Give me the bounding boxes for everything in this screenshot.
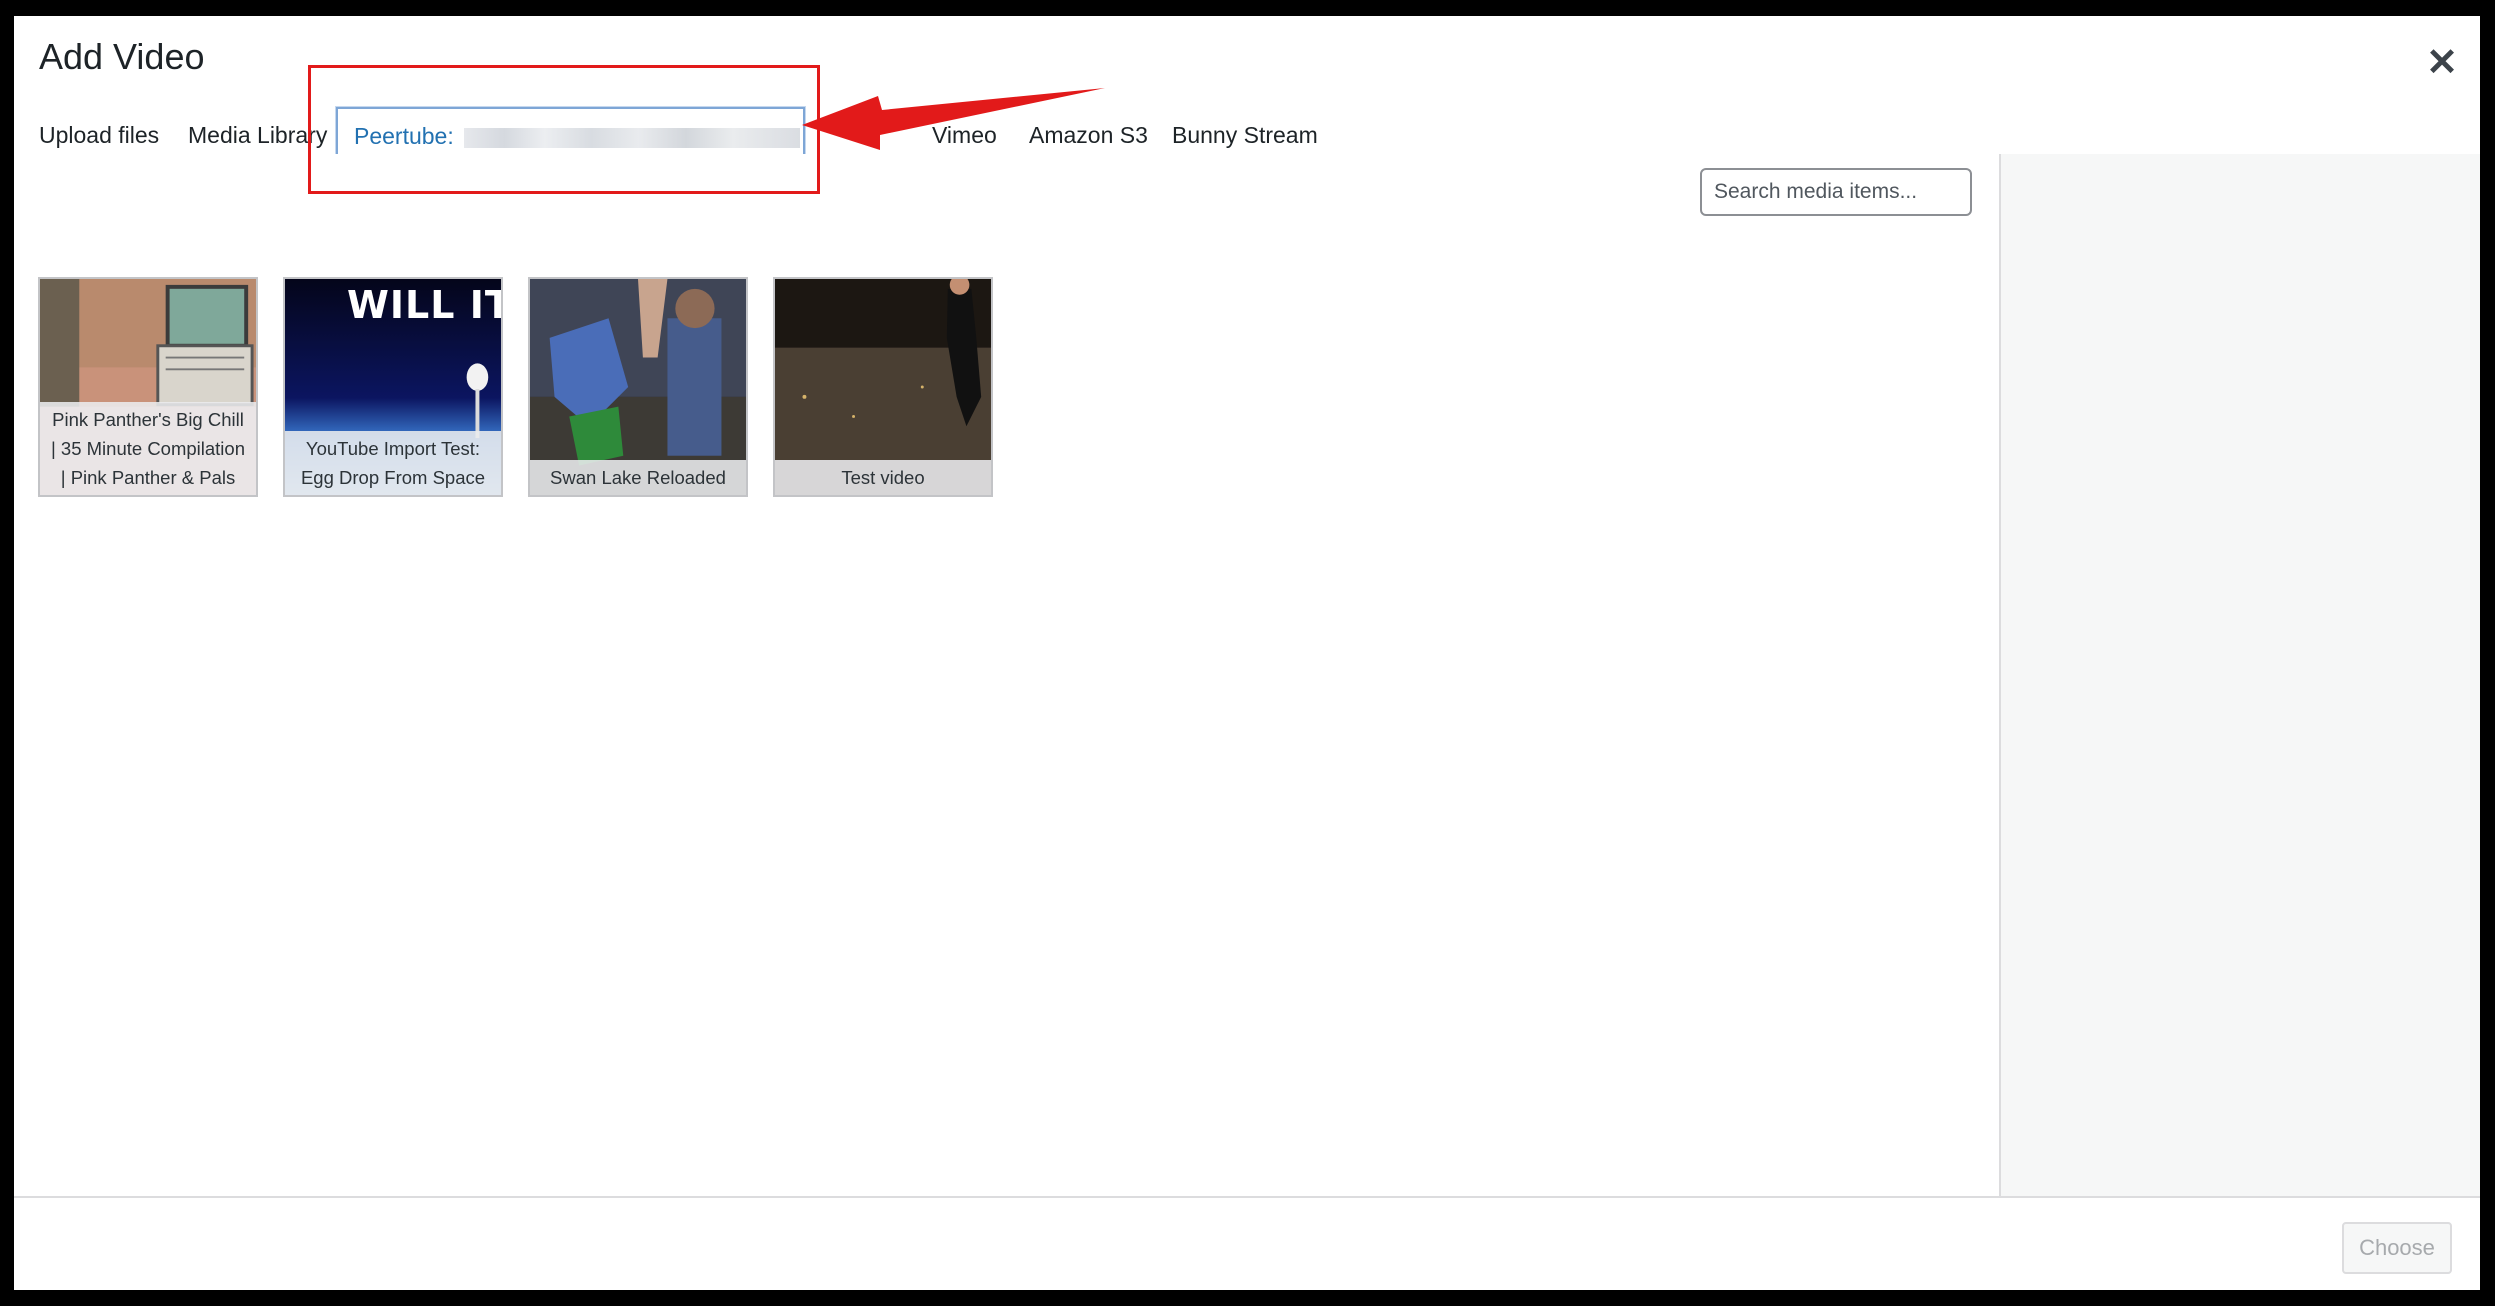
tab-upload-files[interactable]: Upload files xyxy=(39,122,159,149)
tab-bunny-stream[interactable]: Bunny Stream xyxy=(1172,122,1318,149)
tab-media-library[interactable]: Media Library xyxy=(188,122,327,149)
tab-vimeo[interactable]: Vimeo xyxy=(932,122,997,149)
thumbnail-overlay-text: WILL IT B xyxy=(347,283,501,327)
modal-footer: Choose xyxy=(14,1196,2480,1290)
modal-title: Add Video xyxy=(39,36,205,77)
media-item-caption: YouTube Import Test: Egg Drop From Space xyxy=(285,431,501,495)
media-item-swan-lake[interactable]: Swan Lake Reloaded xyxy=(528,277,748,497)
media-item-pink-panther[interactable]: Pink Panther's Big Chill | 35 Minute Com… xyxy=(38,277,258,497)
media-item-caption: Test video xyxy=(775,460,991,495)
tab-peertube-label: Peertube: xyxy=(354,123,461,149)
media-item-test-video[interactable]: Test video xyxy=(773,277,993,497)
close-icon[interactable]: ✕ xyxy=(2418,38,2466,86)
redacted-instance-name xyxy=(464,127,801,148)
choose-button[interactable]: Choose xyxy=(2342,1222,2452,1274)
attachment-details-sidebar xyxy=(1999,154,2480,1196)
media-item-caption: Pink Panther's Big Chill | 35 Minute Com… xyxy=(40,402,256,495)
media-item-caption: Swan Lake Reloaded xyxy=(530,460,746,495)
tab-amazon-s3[interactable]: Amazon S3 xyxy=(1029,122,1148,149)
media-item-egg-drop[interactable]: WILL IT B YouTube Import Test: Egg Drop … xyxy=(283,277,503,497)
search-input[interactable] xyxy=(1700,168,1972,216)
add-video-modal: Add Video ✕ Upload files Media Library P… xyxy=(14,16,2480,1290)
